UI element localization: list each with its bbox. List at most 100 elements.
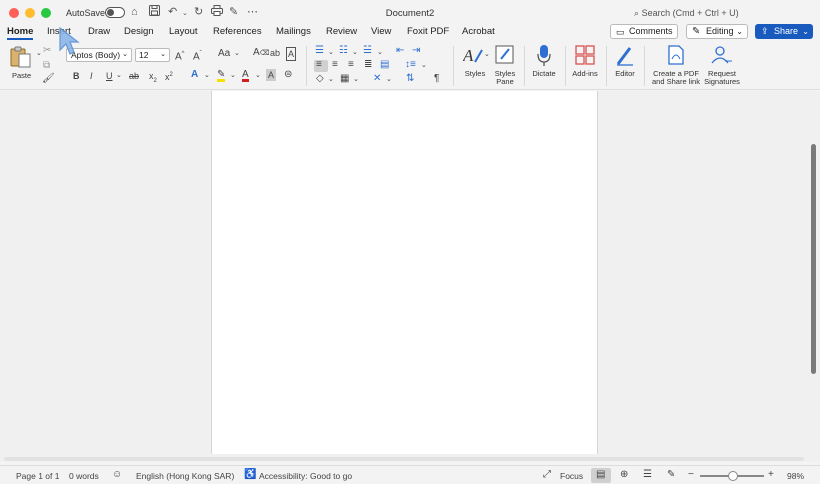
tab-foxit-pdf[interactable]: Foxit PDF: [407, 26, 449, 37]
chevron-down-icon[interactable]: ⌄: [484, 49, 490, 61]
draft-view-icon[interactable]: ✎: [667, 469, 675, 480]
tab-design[interactable]: Design: [124, 26, 154, 37]
word-count[interactable]: 0 words: [69, 471, 99, 481]
shading-icon[interactable]: ◇: [316, 73, 324, 85]
shrink-font-icon[interactable]: Aˇ: [193, 48, 202, 63]
chevron-down-icon: ⌄: [736, 27, 743, 36]
chevron-down-icon[interactable]: ⌄: [234, 48, 240, 60]
underline-icon[interactable]: U: [106, 70, 113, 82]
format-painter-icon[interactable]: 🖌: [42, 73, 55, 85]
web-layout-icon[interactable]: ⊕: [620, 469, 628, 480]
share-button[interactable]: ⇪ Share ⌄: [755, 24, 813, 39]
chevron-down-icon[interactable]: ⌄: [352, 47, 358, 59]
svg-text:A: A: [463, 46, 474, 65]
zoom-out-icon[interactable]: −: [688, 469, 694, 480]
sort-icon[interactable]: ⇅: [406, 73, 414, 85]
grow-font-icon[interactable]: A^: [175, 48, 185, 63]
line-spacing-icon[interactable]: ↕≡: [405, 59, 416, 71]
numbering-icon[interactable]: ☷: [339, 45, 348, 57]
add-ins-icon[interactable]: [575, 45, 595, 70]
accessibility-status[interactable]: Accessibility: Good to go: [259, 471, 352, 481]
styles-icon[interactable]: A: [462, 45, 485, 70]
print-layout-icon[interactable]: ▤: [596, 469, 605, 480]
strikethrough-icon[interactable]: ab: [129, 70, 139, 82]
align-left-icon[interactable]: ≡: [316, 59, 322, 71]
tab-review[interactable]: Review: [326, 26, 357, 37]
justify-icon[interactable]: ≣: [364, 59, 372, 71]
copy-icon[interactable]: ⧉: [43, 60, 50, 72]
share-icon: ⇪: [761, 26, 769, 36]
subscript-icon[interactable]: x2: [149, 70, 157, 87]
styles-pane-icon[interactable]: [495, 45, 515, 70]
font-color-icon[interactable]: A: [242, 69, 249, 82]
vertical-scrollbar-thumb[interactable]: [811, 144, 816, 374]
chevron-down-icon[interactable]: ⌄: [353, 74, 359, 86]
comments-button[interactable]: ▭ Comments: [610, 24, 678, 39]
horizontal-scrollbar[interactable]: [4, 457, 804, 461]
align-center-icon[interactable]: ≡: [332, 59, 338, 71]
multilevel-list-icon[interactable]: ☱: [363, 45, 372, 57]
tab-references[interactable]: References: [213, 26, 262, 37]
tab-draw[interactable]: Draw: [88, 26, 110, 37]
editing-mode-button[interactable]: ✎ Editing ⌄: [686, 24, 748, 39]
font-size-select[interactable]: 12 ⌄: [135, 48, 170, 62]
focus-button[interactable]: Focus: [560, 471, 583, 481]
superscript-icon[interactable]: x2: [165, 69, 173, 83]
change-case-icon[interactable]: Aa: [218, 48, 230, 60]
chevron-down-icon[interactable]: ⌄: [204, 70, 210, 82]
italic-icon[interactable]: I: [90, 70, 93, 82]
asian-layout-icon[interactable]: ✕: [373, 73, 381, 85]
chevron-down-icon[interactable]: ⌄: [386, 74, 392, 86]
proofing-icon[interactable]: ☺: [112, 469, 122, 480]
chevron-down-icon[interactable]: ⌄: [328, 47, 334, 59]
tab-view[interactable]: View: [371, 26, 391, 37]
enclose-characters-icon[interactable]: ⊜: [284, 69, 292, 81]
tab-home[interactable]: Home: [7, 26, 33, 37]
cut-icon[interactable]: ✂: [43, 45, 51, 57]
tab-acrobat[interactable]: Acrobat: [462, 26, 495, 37]
request-signatures-icon[interactable]: [711, 45, 733, 70]
character-border-icon[interactable]: A: [286, 47, 297, 61]
chevron-down-icon[interactable]: ⌄: [421, 60, 427, 72]
microphone-icon[interactable]: [537, 45, 551, 72]
styles-pane-label: Styles Pane: [494, 69, 516, 86]
chevron-down-icon[interactable]: ⌄: [230, 70, 236, 82]
tab-mailings[interactable]: Mailings: [276, 26, 311, 37]
phonetic-guide-icon[interactable]: ab: [270, 47, 280, 59]
ribbon-separator: [524, 46, 525, 86]
align-right-icon[interactable]: ≡: [348, 59, 354, 71]
paste-icon[interactable]: [9, 46, 33, 73]
create-pdf-icon[interactable]: [666, 45, 686, 70]
tab-layout[interactable]: Layout: [169, 26, 198, 37]
zoom-in-icon[interactable]: +: [768, 469, 774, 480]
active-tab-indicator: [7, 38, 33, 40]
character-shading-icon[interactable]: A: [266, 69, 277, 81]
status-bar: Page 1 of 1 0 words ☺ English (Hong Kong…: [0, 465, 820, 484]
paste-dropdown-icon[interactable]: ⌄: [36, 48, 42, 60]
clear-formatting-icon[interactable]: A⌫: [253, 47, 270, 60]
show-formatting-marks-icon[interactable]: ¶: [434, 73, 439, 85]
ribbon-separator: [606, 46, 607, 86]
chevron-down-icon[interactable]: ⌄: [255, 70, 261, 82]
document-page[interactable]: [211, 91, 598, 454]
text-effects-icon[interactable]: A: [191, 69, 198, 81]
page-count[interactable]: Page 1 of 1: [16, 471, 59, 481]
chevron-down-icon[interactable]: ⌄: [116, 70, 122, 82]
editor-icon[interactable]: [615, 45, 635, 72]
chevron-down-icon[interactable]: ⌄: [328, 74, 334, 86]
increase-indent-icon[interactable]: ⇥: [412, 45, 420, 57]
search-box[interactable]: ⌕ Search (Cmd + Ctrl + U): [634, 8, 739, 19]
decrease-indent-icon[interactable]: ⇤: [396, 45, 404, 57]
highlight-color-icon[interactable]: ✎: [217, 69, 226, 82]
distributed-icon[interactable]: ▤: [380, 59, 389, 71]
ribbon-separator: [306, 46, 307, 86]
styles-label: Styles: [464, 69, 486, 78]
zoom-slider-thumb[interactable]: [728, 471, 738, 481]
chevron-down-icon[interactable]: ⌄: [377, 47, 383, 59]
bullets-icon[interactable]: ☰: [315, 45, 324, 57]
zoom-level[interactable]: 98%: [787, 471, 804, 481]
language-status[interactable]: English (Hong Kong SAR): [136, 471, 234, 481]
outline-view-icon[interactable]: ☰: [643, 469, 652, 480]
borders-icon[interactable]: ▦: [340, 73, 349, 85]
bold-icon[interactable]: B: [73, 70, 80, 82]
